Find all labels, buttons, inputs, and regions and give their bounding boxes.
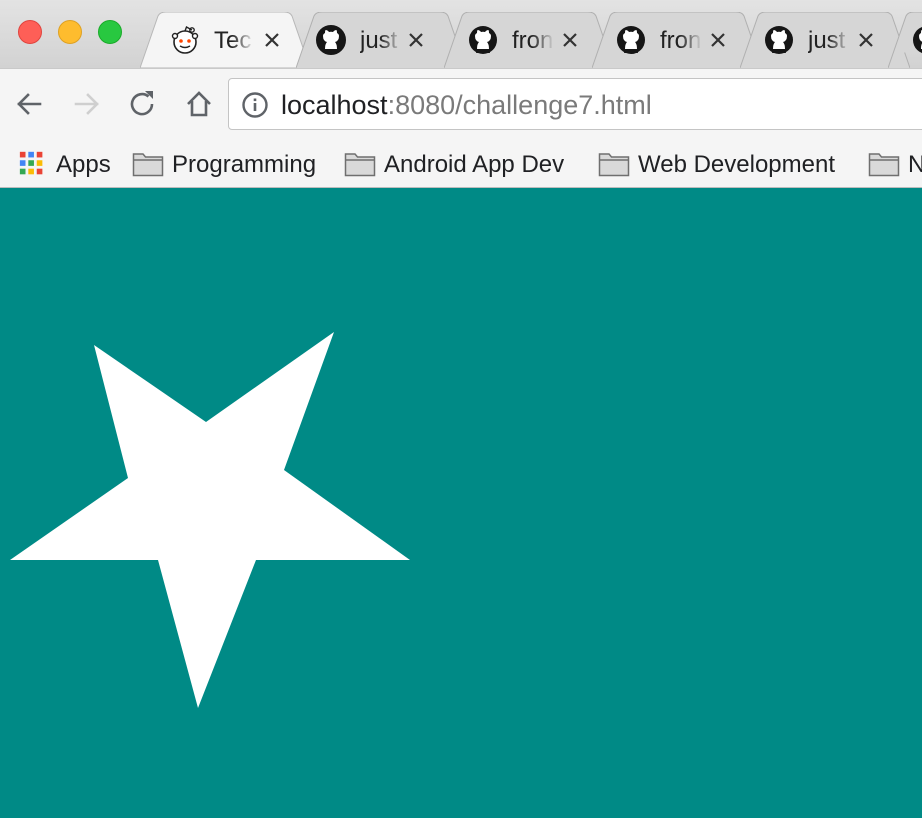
- tab-partial[interactable]: [888, 12, 922, 68]
- star-polygon: [10, 332, 410, 708]
- folder-icon: [598, 153, 630, 177]
- tab-title-fade: [380, 26, 402, 56]
- bookmark-web-development[interactable]: Web Development: [598, 147, 858, 181]
- github-icon: [765, 26, 793, 54]
- reddit-icon: [171, 25, 199, 54]
- bookmark-label: Web Development: [638, 151, 835, 178]
- close-tab-icon[interactable]: [260, 28, 284, 52]
- forward-arrow-icon[interactable]: [70, 87, 104, 121]
- page-content: [0, 188, 922, 818]
- window-minimize-button[interactable]: [58, 20, 82, 44]
- close-tab-icon[interactable]: [854, 28, 878, 52]
- bookmarks-bar: Apps Programming Android App Dev Web Dev…: [0, 141, 922, 188]
- folder-icon: [132, 153, 164, 177]
- url-path: :8080/challenge7.html: [387, 90, 652, 120]
- bookmark-programming[interactable]: Programming: [132, 147, 332, 181]
- info-icon[interactable]: [241, 91, 269, 119]
- window-close-button[interactable]: [18, 20, 42, 44]
- folder-icon: [344, 153, 376, 177]
- close-tab-icon[interactable]: [404, 28, 428, 52]
- tab-title-fade: [828, 26, 850, 56]
- bookmark-android-app-dev[interactable]: Android App Dev: [344, 147, 589, 181]
- tab-reddit[interactable]: Tec: [140, 12, 310, 68]
- star-shape: [10, 332, 410, 708]
- tab-github-3[interactable]: fron: [592, 12, 762, 68]
- apps-grid-icon: [19, 151, 43, 175]
- reload-icon[interactable]: [126, 87, 160, 121]
- window-maximize-button[interactable]: [98, 20, 122, 44]
- tab-title-fade: [532, 26, 554, 56]
- back-arrow-icon[interactable]: [12, 87, 46, 121]
- close-tab-icon[interactable]: [558, 28, 582, 52]
- tab-title-fade: [680, 26, 702, 56]
- github-icon: [469, 26, 497, 54]
- github-icon: [913, 26, 922, 54]
- github-icon: [617, 26, 645, 54]
- address-bar[interactable]: localhost:8080/challenge7.html: [228, 78, 922, 130]
- bookmark-label: Programming: [172, 151, 317, 178]
- close-tab-icon[interactable]: [706, 28, 730, 52]
- bookmark-apps[interactable]: Apps: [18, 147, 128, 181]
- tab-title-fade: [232, 26, 254, 56]
- bookmark-label: Apps: [56, 151, 111, 178]
- folder-icon: [868, 153, 900, 177]
- tab-github-2[interactable]: fron: [444, 12, 614, 68]
- bookmark-label: N: [908, 151, 922, 179]
- tab-strip: Tec just fron: [0, 0, 922, 68]
- url-text[interactable]: localhost:8080/challenge7.html: [281, 89, 652, 121]
- url-host: localhost: [281, 90, 388, 120]
- browser-toolbar: localhost:8080/challenge7.html: [0, 68, 922, 141]
- bookmark-label: Android App Dev: [384, 151, 565, 178]
- github-icon: [316, 25, 346, 55]
- home-icon[interactable]: [182, 87, 216, 121]
- tab-github-1[interactable]: just: [296, 12, 466, 68]
- bookmark-partial[interactable]: N: [868, 147, 922, 181]
- tab-github-4[interactable]: just: [740, 12, 910, 68]
